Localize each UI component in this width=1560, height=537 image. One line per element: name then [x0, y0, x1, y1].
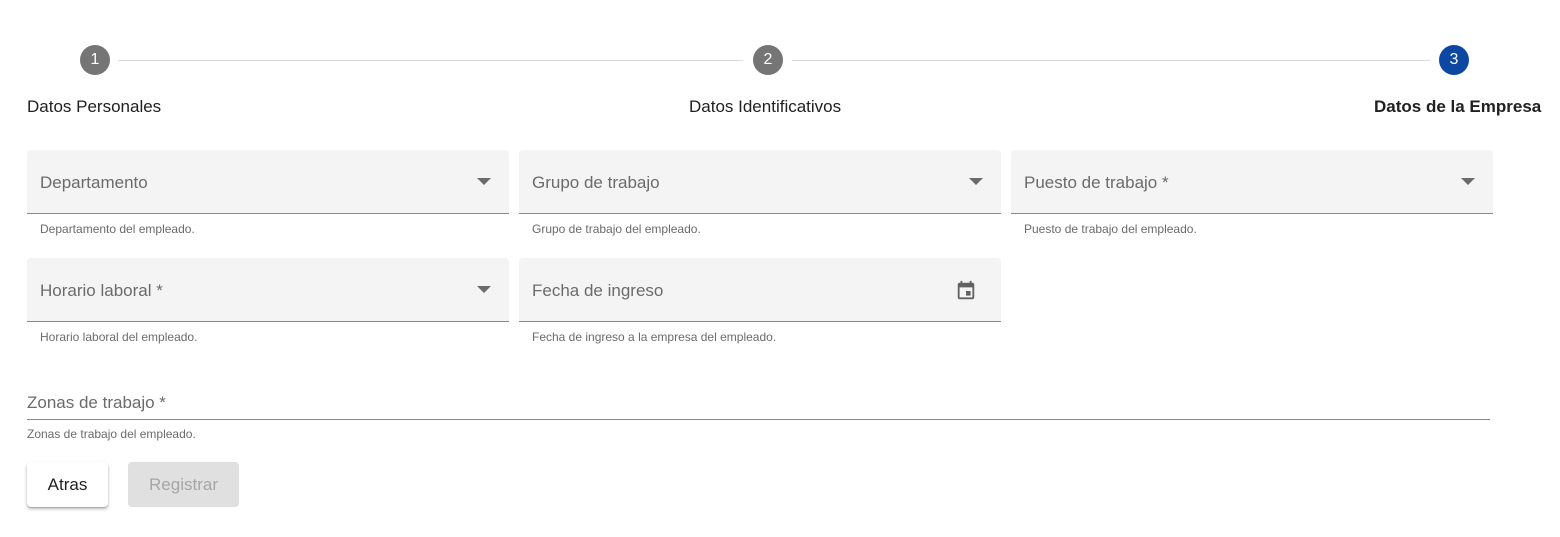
- chevron-down-icon: [969, 178, 983, 185]
- chevron-down-icon: [477, 286, 491, 293]
- chevron-down-icon: [477, 178, 491, 185]
- fecha-ingreso-label: Fecha de ingreso: [532, 281, 664, 300]
- puesto-trabajo-label: Puesto de trabajo *: [1024, 173, 1169, 192]
- step-connector-1: [118, 60, 743, 61]
- puesto-trabajo-field: Puesto de trabajo * Puesto de trabajo de…: [1011, 150, 1493, 236]
- register-button[interactable]: Registrar: [128, 462, 239, 507]
- grupo-trabajo-field: Grupo de trabajo Grupo de trabajo del em…: [519, 150, 1001, 236]
- zonas-trabajo-hint: Zonas de trabajo del empleado.: [27, 427, 196, 441]
- step-1-number[interactable]: 1: [80, 45, 110, 75]
- step-2-number[interactable]: 2: [753, 45, 783, 75]
- zonas-trabajo-input[interactable]: Zonas de trabajo *: [27, 388, 1490, 420]
- departamento-label: Departamento: [40, 173, 148, 192]
- stepper: 1 2 3 Datos Personales Datos Identificat…: [0, 0, 1560, 130]
- zonas-trabajo-label: Zonas de trabajo *: [27, 393, 166, 412]
- step-2-label[interactable]: Datos Identificativos: [689, 97, 841, 117]
- fecha-ingreso-field: Fecha de ingreso Fecha de ingreso a la e…: [519, 258, 1001, 344]
- back-button[interactable]: Atras: [27, 462, 108, 507]
- horario-laboral-select[interactable]: Horario laboral *: [27, 258, 509, 322]
- calendar-icon[interactable]: [955, 280, 977, 302]
- grupo-trabajo-label: Grupo de trabajo: [532, 173, 660, 192]
- fecha-ingreso-input[interactable]: Fecha de ingreso: [519, 258, 1001, 322]
- step-3-label[interactable]: Datos de la Empresa: [1374, 97, 1541, 117]
- step-1-label[interactable]: Datos Personales: [27, 97, 161, 117]
- horario-laboral-field: Horario laboral * Horario laboral del em…: [27, 258, 509, 344]
- horario-laboral-label: Horario laboral *: [40, 281, 163, 300]
- chevron-down-icon: [1461, 178, 1475, 185]
- grupo-trabajo-hint: Grupo de trabajo del empleado.: [532, 222, 701, 236]
- step-connector-2: [792, 60, 1430, 61]
- step-3-number[interactable]: 3: [1439, 45, 1469, 75]
- puesto-trabajo-hint: Puesto de trabajo del empleado.: [1024, 222, 1197, 236]
- puesto-trabajo-select[interactable]: Puesto de trabajo *: [1011, 150, 1493, 214]
- departamento-hint: Departamento del empleado.: [40, 222, 195, 236]
- grupo-trabajo-select[interactable]: Grupo de trabajo: [519, 150, 1001, 214]
- horario-laboral-hint: Horario laboral del empleado.: [40, 330, 198, 344]
- departamento-select[interactable]: Departamento: [27, 150, 509, 214]
- departamento-field: Departamento Departamento del empleado.: [27, 150, 509, 236]
- fecha-ingreso-hint: Fecha de ingreso a la empresa del emplea…: [532, 330, 777, 344]
- zonas-trabajo-field: Zonas de trabajo * Zonas de trabajo del …: [27, 388, 1490, 441]
